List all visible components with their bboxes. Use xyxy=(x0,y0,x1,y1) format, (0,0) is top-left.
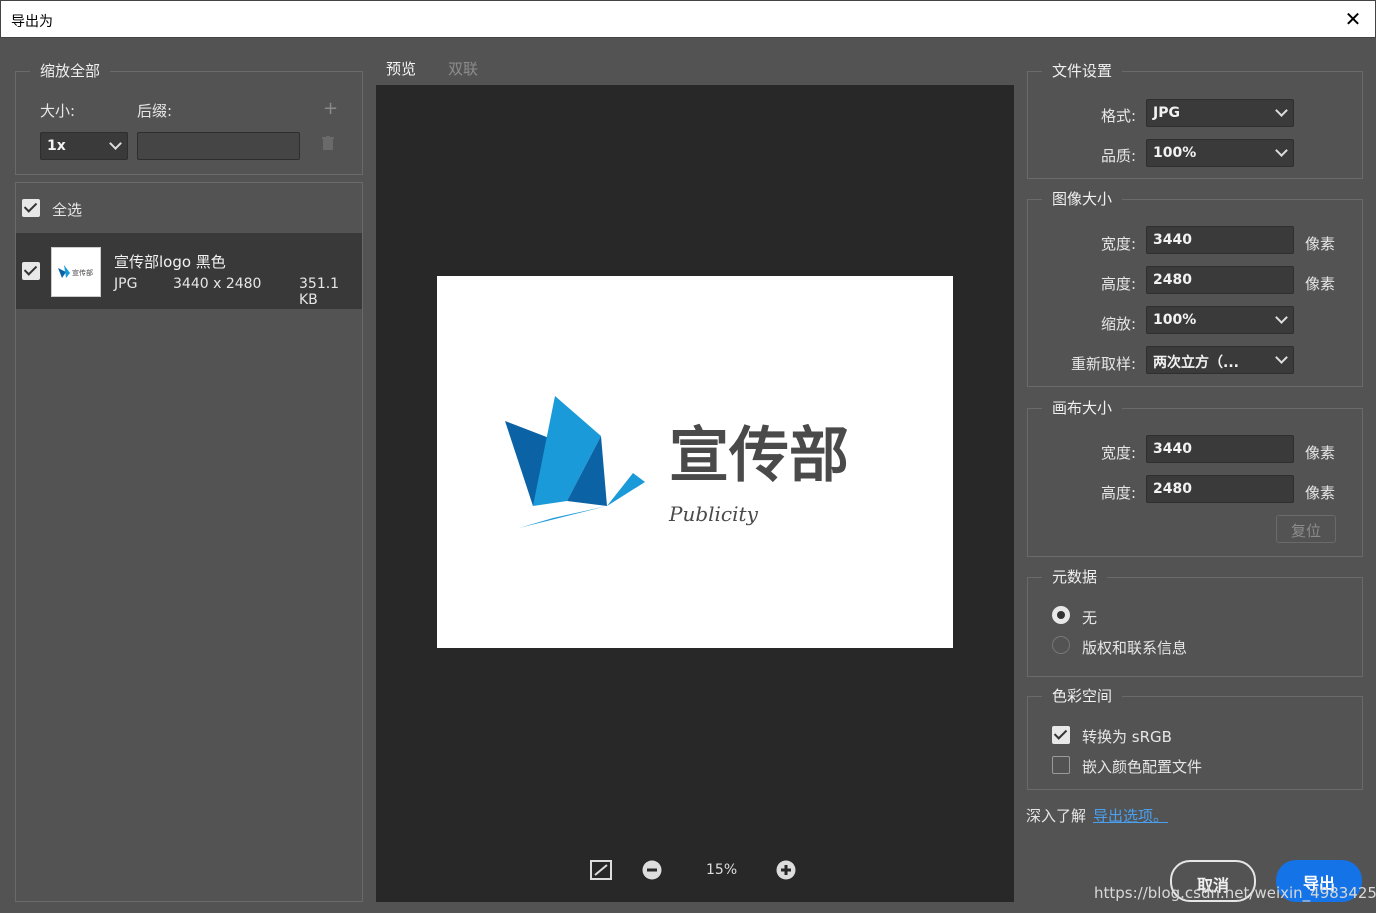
fit-icon[interactable] xyxy=(590,860,612,880)
logo-graphic: 宣传部 Publicity xyxy=(505,396,849,528)
convert-srgb-checkbox[interactable] xyxy=(1052,726,1070,744)
asset-thumbnail: 宣传部 xyxy=(51,247,101,297)
watermark-text: https://blog.csdn.net/weixin_49834258 xyxy=(1094,884,1376,902)
metadata-none-radio[interactable] xyxy=(1052,606,1070,624)
quality-label: 品质: xyxy=(1100,147,1136,165)
scale-label: 缩放: xyxy=(1100,315,1136,333)
learn-more-text: 深入了解 xyxy=(1026,807,1087,825)
metadata-title: 元数据 xyxy=(1042,566,1108,587)
zoom-out-icon[interactable] xyxy=(642,860,662,880)
add-icon[interactable]: + xyxy=(323,98,338,119)
canvas-width-input[interactable]: 3440 xyxy=(1146,435,1294,463)
canvas-size-title: 画布大小 xyxy=(1042,397,1123,418)
canvas-height-unit: 像素 xyxy=(1305,484,1336,502)
image-height-unit: 像素 xyxy=(1305,275,1336,293)
chevron-down-icon xyxy=(109,137,122,150)
resample-select[interactable]: 两次立方（... xyxy=(1146,346,1294,374)
asset-dimensions: 3440 x 2480 xyxy=(173,276,262,292)
scale-select[interactable]: 100% xyxy=(1146,306,1294,334)
trash-icon[interactable] xyxy=(322,136,334,150)
window-title: 导出为 xyxy=(11,14,53,30)
tab-preview[interactable]: 预览 xyxy=(386,58,417,87)
export-options-link[interactable]: 导出选项。 xyxy=(1093,805,1168,826)
size-select[interactable]: 1x xyxy=(40,132,128,160)
metadata-group: 元数据 无 版权和联系信息 xyxy=(1027,566,1363,677)
asset-checkbox[interactable] xyxy=(22,262,40,280)
chevron-down-icon xyxy=(1275,144,1288,157)
color-space-title: 色彩空间 xyxy=(1042,685,1123,706)
embed-profile-checkbox[interactable] xyxy=(1052,756,1070,774)
canvas-width-label: 宽度: xyxy=(1100,444,1136,462)
metadata-none-label: 无 xyxy=(1082,609,1098,627)
image-height-label: 高度: xyxy=(1100,275,1136,293)
svg-text:宣传部: 宣传部 xyxy=(72,268,93,277)
image-width-label: 宽度: xyxy=(1100,235,1136,253)
image-height-input[interactable]: 2480 xyxy=(1146,266,1294,294)
chevron-down-icon xyxy=(1275,104,1288,117)
zoom-in-icon[interactable] xyxy=(776,860,796,880)
resample-value: 两次立方（... xyxy=(1153,355,1239,371)
select-all-label: 全选 xyxy=(52,201,83,219)
bird-head xyxy=(607,473,645,506)
file-settings-group: 文件设置 格式: JPG 品质: 100% xyxy=(1027,60,1363,179)
quality-value: 100% xyxy=(1153,145,1197,161)
scale-all-group: 缩放全部 大小: 后缀: + 1x xyxy=(15,60,363,175)
close-icon[interactable]: ✕ xyxy=(1343,9,1363,29)
chevron-down-icon xyxy=(1275,351,1288,364)
canvas-size-group: 画布大小 宽度: 3440 像素 高度: 2480 像素 复位 xyxy=(1027,397,1363,557)
select-all-checkbox[interactable] xyxy=(22,199,40,217)
canvas-width-unit: 像素 xyxy=(1305,444,1336,462)
metadata-copyright-label: 版权和联系信息 xyxy=(1082,639,1188,657)
size-select-value: 1x xyxy=(47,138,66,154)
logo-subtext: Publicity xyxy=(668,502,759,526)
preview-canvas[interactable]: 宣传部 Publicity 15% xyxy=(376,85,1014,902)
size-label: 大小: xyxy=(40,102,76,120)
format-label: 格式: xyxy=(1100,107,1136,125)
image-width-unit: 像素 xyxy=(1305,235,1336,253)
bird-tail xyxy=(519,506,607,528)
format-select[interactable]: JPG xyxy=(1146,99,1294,127)
image-size-group: 图像大小 宽度: 3440 像素 高度: 2480 像素 缩放: 100% 重新… xyxy=(1027,188,1363,387)
canvas-height-input[interactable]: 2480 xyxy=(1146,475,1294,503)
file-settings-title: 文件设置 xyxy=(1042,60,1123,81)
asset-list: 全选 宣传部 宣传部logo 黑色 JPG 3440 x 2480 351.1 … xyxy=(15,182,363,902)
format-value: JPG xyxy=(1153,105,1180,121)
embed-profile-label: 嵌入颜色配置文件 xyxy=(1082,758,1203,776)
quality-select[interactable]: 100% xyxy=(1146,139,1294,167)
tab-2up[interactable]: 双联 xyxy=(448,58,478,79)
title-bar: 导出为 ✕ xyxy=(0,0,1376,38)
reset-button[interactable]: 复位 xyxy=(1276,515,1336,543)
asset-name: 宣传部logo 黑色 xyxy=(114,253,226,271)
scale-value: 100% xyxy=(1153,312,1197,328)
scale-all-title: 缩放全部 xyxy=(30,60,111,81)
suffix-input[interactable] xyxy=(137,132,300,160)
suffix-label: 后缀: xyxy=(137,102,173,120)
image-width-input[interactable]: 3440 xyxy=(1146,226,1294,254)
image-size-title: 图像大小 xyxy=(1042,188,1123,209)
asset-filesize: 351.1 KB xyxy=(299,276,340,308)
color-space-group: 色彩空间 转换为 sRGB 嵌入颜色配置文件 xyxy=(1027,685,1363,790)
chevron-down-icon xyxy=(1275,311,1288,324)
preview-image: 宣传部 Publicity xyxy=(437,276,953,648)
logo-text: 宣传部 xyxy=(669,421,849,491)
canvas-height-label: 高度: xyxy=(1100,484,1136,502)
asset-row[interactable]: 宣传部 宣传部logo 黑色 JPG 3440 x 2480 351.1 KB xyxy=(16,233,362,309)
resample-label: 重新取样: xyxy=(1070,355,1136,373)
convert-srgb-label: 转换为 sRGB xyxy=(1082,728,1172,746)
metadata-copyright-radio[interactable] xyxy=(1052,636,1070,654)
asset-format: JPG xyxy=(114,276,138,292)
zoom-level: 15% xyxy=(706,862,738,878)
